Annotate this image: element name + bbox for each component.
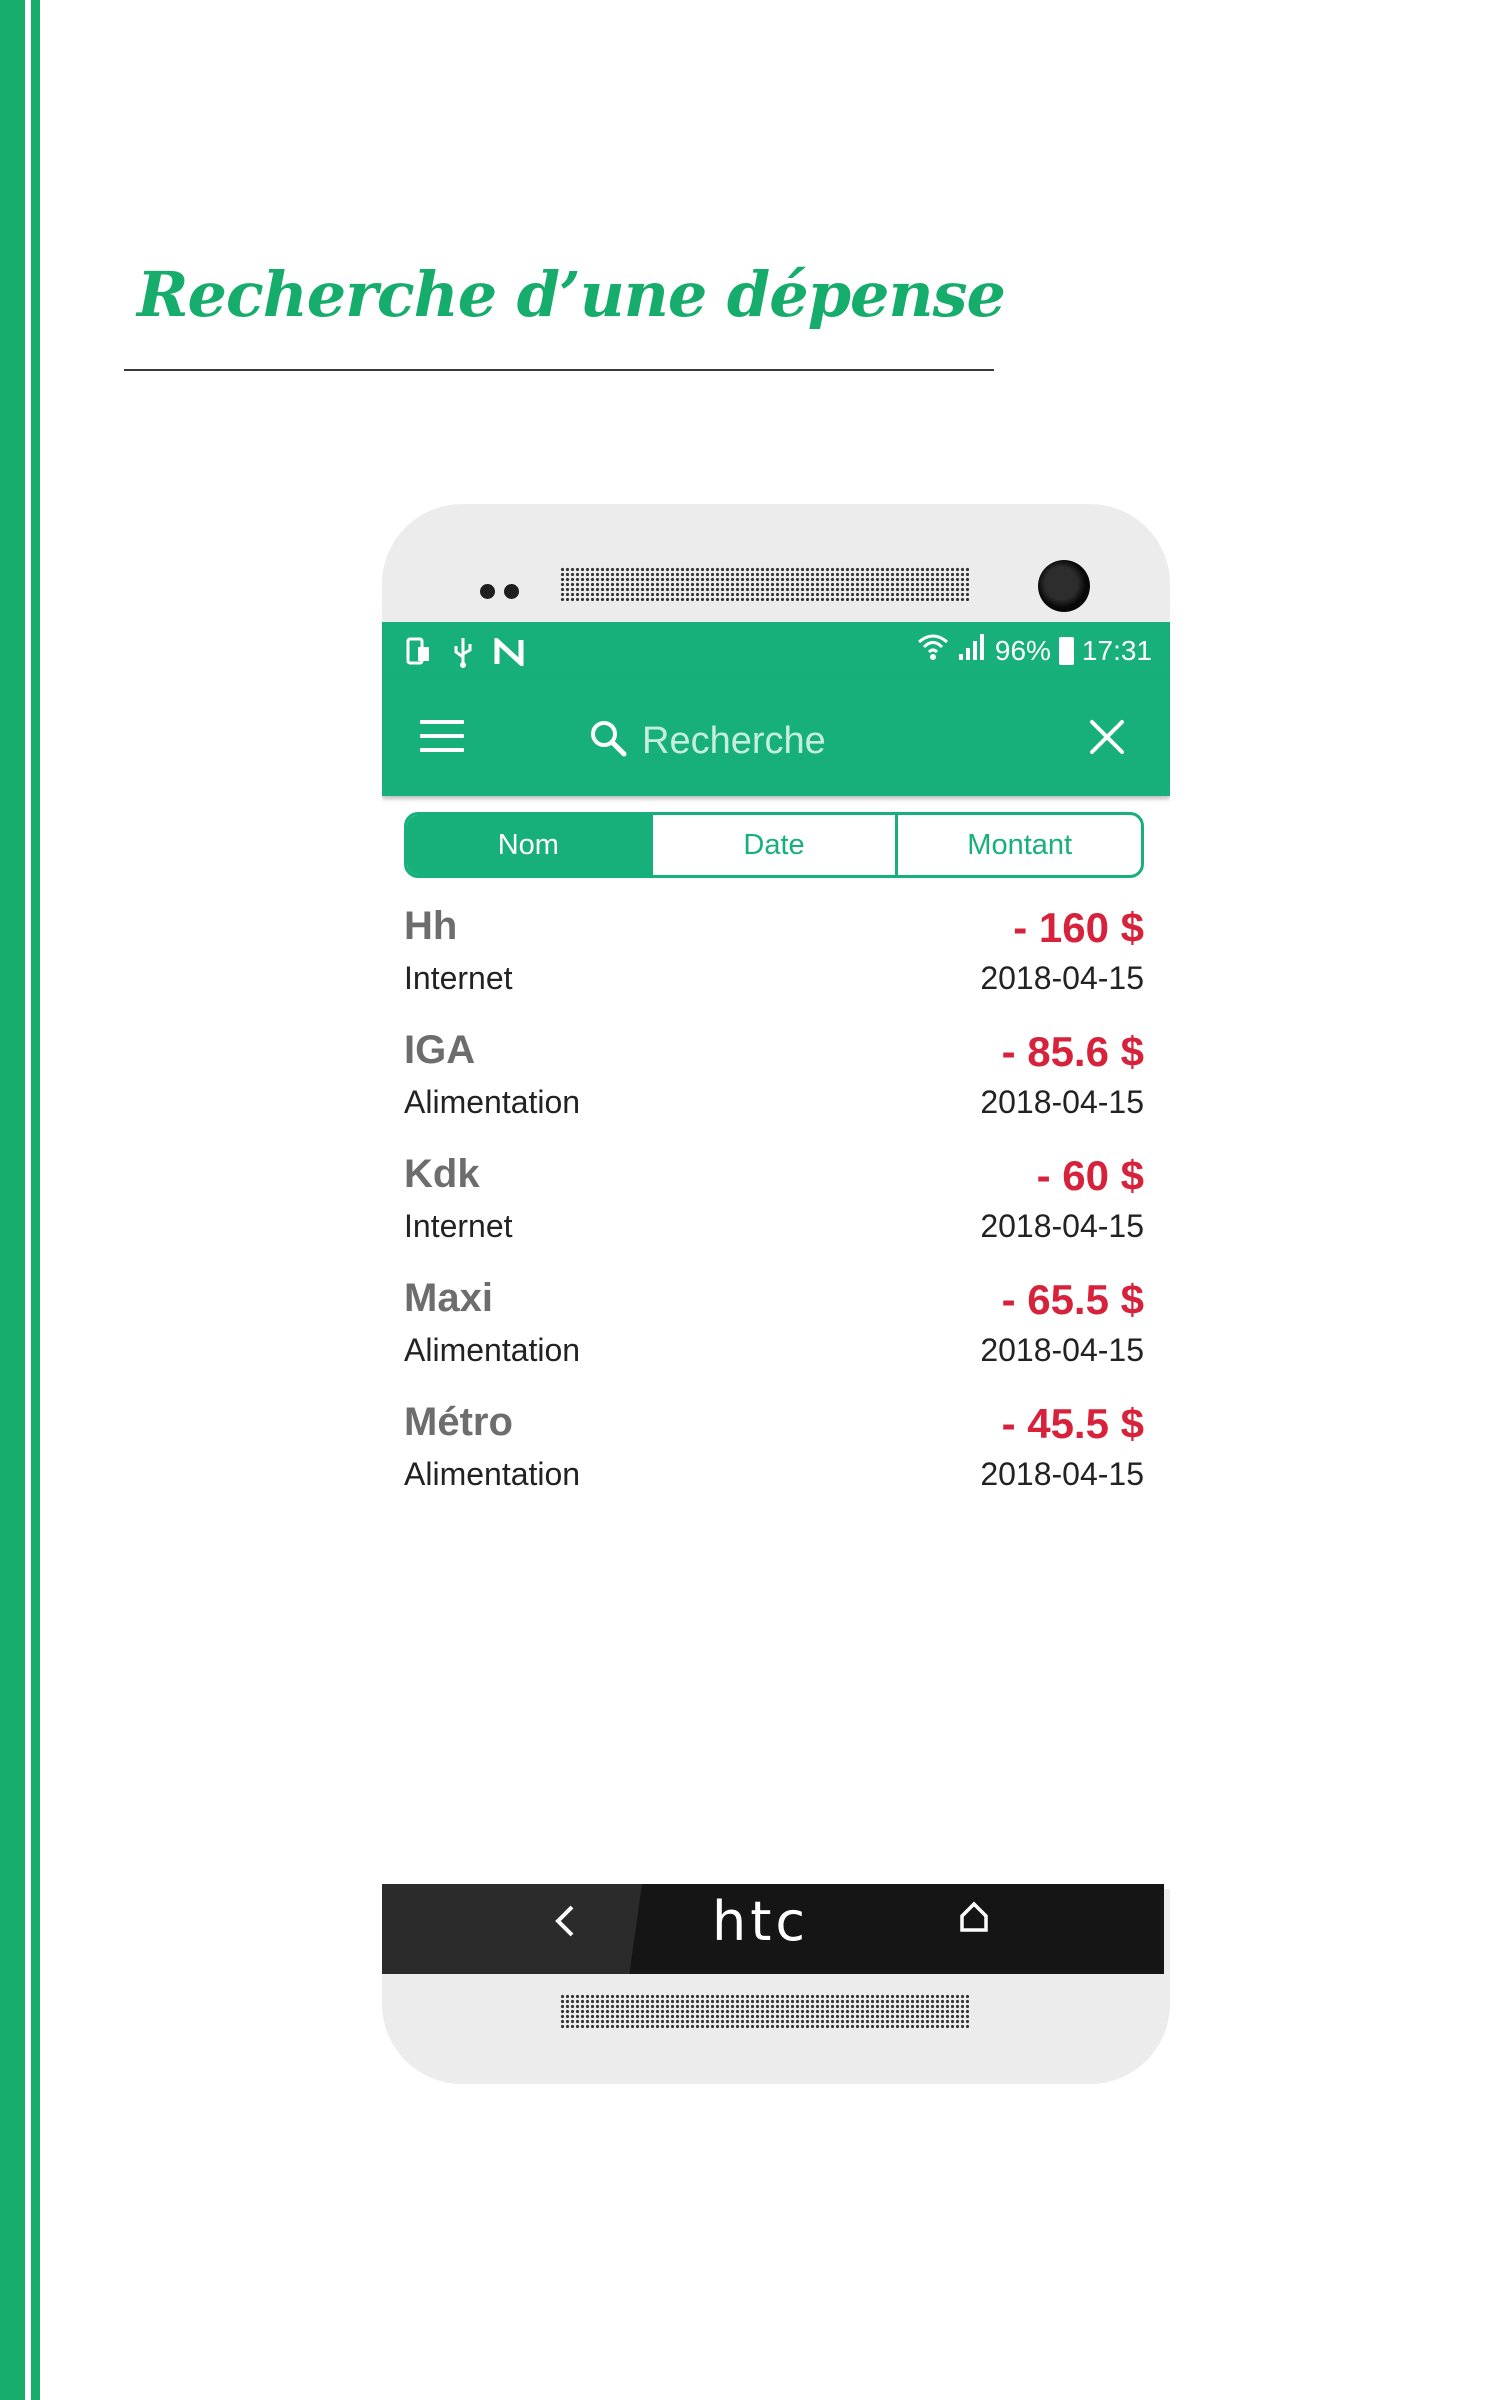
nav-bar-panel [382,1884,642,1974]
home-icon[interactable] [956,1898,992,1943]
expense-date: 2018-04-15 [980,1208,1144,1244]
nfc-icon [494,635,524,671]
battery-icon [1058,636,1074,665]
expense-category: Alimentation [404,1084,581,1120]
close-icon[interactable] [1088,718,1126,761]
tab-montant[interactable]: Montant [895,815,1141,875]
expense-category: Internet [404,1208,513,1244]
expense-row[interactable]: Métro Alimentation - 45.5 $ 2018-04-15 [404,1398,1144,1522]
expense-name: Kdk [404,1152,480,1196]
top-speaker-grille [560,567,970,601]
app-bar: Recherche [382,678,1170,796]
expense-name: Métro [404,1400,513,1444]
expense-name: Maxi [404,1276,493,1320]
device-brand-logo: htc [712,1890,810,1953]
device-nav-bar: htc [382,1884,1164,1974]
battery-level: 96% [994,634,1051,666]
expense-category: Alimentation [404,1332,581,1368]
app-screen: 96% 17:31 Recherche Nom Date Montant Hh … [382,622,1170,1889]
expense-row[interactable]: IGA Alimentation - 85.6 $ 2018-04-15 [404,1026,1144,1150]
tab-date[interactable]: Date [649,815,896,875]
expense-date: 2018-04-15 [980,1332,1144,1368]
screenshot-icon [406,637,432,672]
menu-icon[interactable] [420,720,464,754]
expense-category: Internet [404,960,513,996]
expense-amount: - 60 $ [1036,1152,1144,1199]
expense-list: Hh Internet - 160 $ 2018-04-15 IGA Alime… [404,902,1144,1522]
expense-category: Alimentation [404,1456,581,1492]
wifi-icon [917,632,949,669]
bottom-speaker-grille [560,1994,970,2028]
expense-date: 2018-04-15 [980,960,1144,996]
phone-sensors [480,584,519,599]
expense-amount: - 65.5 $ [1001,1276,1144,1323]
expense-amount: - 85.6 $ [1001,1028,1144,1075]
clock: 17:31 [1081,634,1152,666]
expense-date: 2018-04-15 [980,1456,1144,1492]
search-filter-tabs: Nom Date Montant [404,812,1144,878]
expense-row[interactable]: Maxi Alimentation - 65.5 $ 2018-04-15 [404,1274,1144,1398]
back-icon[interactable] [552,1898,578,1952]
expense-amount: - 160 $ [1013,904,1144,951]
status-bar: 96% 17:31 [382,622,1170,678]
search-input[interactable]: Recherche [642,720,826,763]
page-border-thin [31,0,40,2400]
expense-row[interactable]: Hh Internet - 160 $ 2018-04-15 [404,902,1144,1026]
usb-icon [452,636,474,673]
tab-nom[interactable]: Nom [407,815,650,875]
search-icon[interactable] [588,718,628,763]
expense-name: IGA [404,1028,476,1072]
title-divider [124,369,994,371]
expense-date: 2018-04-15 [980,1084,1144,1120]
expense-row[interactable]: Kdk Internet - 60 $ 2018-04-15 [404,1150,1144,1274]
expense-name: Hh [404,904,458,948]
phone-frame: 96% 17:31 Recherche Nom Date Montant Hh … [382,504,1170,2084]
expense-amount: - 45.5 $ [1001,1400,1144,1447]
page-border-thick [0,0,25,2400]
document-title: Recherche d’une dépense [137,258,1006,331]
signal-icon [957,632,987,669]
front-camera [1038,560,1090,612]
